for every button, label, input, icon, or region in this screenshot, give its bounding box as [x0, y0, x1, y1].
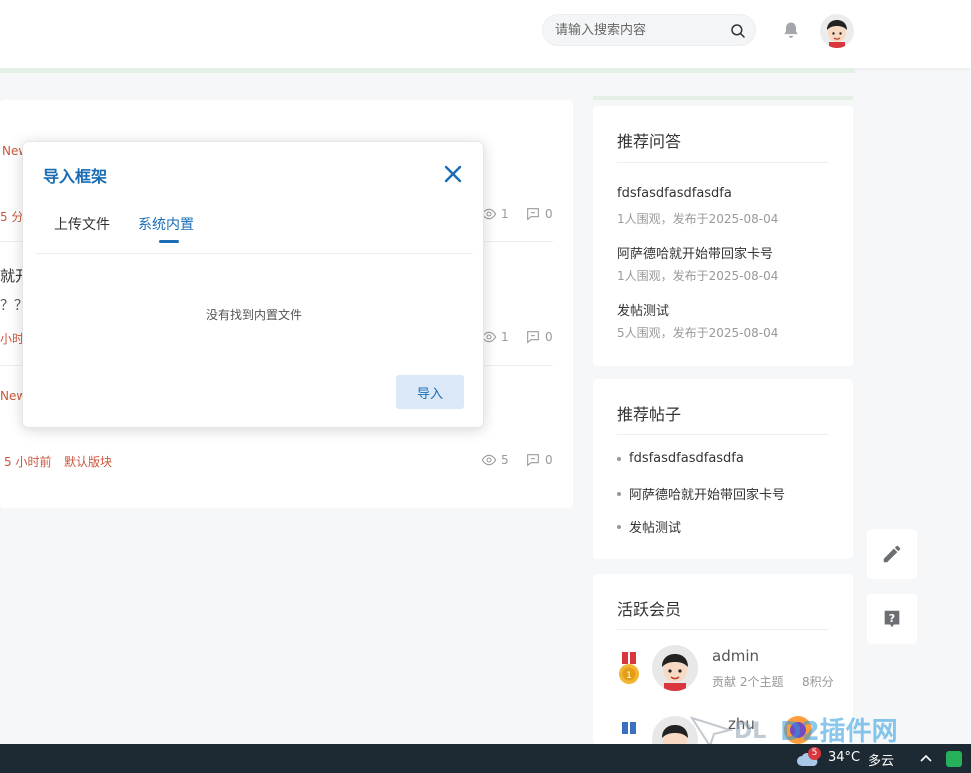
bullet-icon [617, 491, 621, 496]
search-input[interactable] [555, 20, 723, 40]
active-members-title: 活跃会员 [617, 600, 682, 619]
import-button[interactable]: 导入 [396, 375, 464, 409]
bullet-icon [617, 524, 621, 529]
header-accent-line [0, 68, 855, 73]
svg-text:?: ? [889, 612, 895, 625]
chevron-up-icon[interactable] [919, 752, 933, 764]
top-header [0, 0, 971, 68]
write-post-button[interactable] [867, 529, 917, 579]
member-points: 8积分 [802, 675, 834, 689]
qa-item-title[interactable]: fdsfasdfasdfasdfa [617, 186, 732, 201]
qa-item-meta: 1人围观，发布于2025-08-04 [617, 269, 779, 283]
recommended-qa-title: 推荐问答 [617, 132, 682, 151]
bullet-icon [617, 456, 621, 461]
post-time: 小时 [0, 332, 25, 346]
recommended-posts-title: 推荐帖子 [617, 405, 682, 424]
avatar-face-icon [662, 654, 688, 691]
card-divider [617, 629, 829, 630]
view-count: 1 [481, 329, 509, 345]
dialog-divider [35, 253, 473, 254]
recommended-post-item[interactable]: fdsfasdfasdfasdfa [617, 451, 744, 466]
qa-item-meta: 5人围观，发布于2025-08-04 [617, 326, 779, 340]
user-avatar[interactable] [820, 14, 854, 48]
comment-icon [527, 208, 539, 221]
comment-count: 0 [525, 452, 553, 468]
qa-item-title[interactable]: 阿萨德哈就开始带回家卡号 [617, 243, 773, 262]
windows-taskbar: 5 34°C 多云 [0, 744, 971, 773]
comment-icon [527, 454, 539, 467]
avatar-face-icon [827, 20, 847, 48]
pencil-icon [883, 545, 901, 563]
tab-upload-file[interactable]: 上传文件 [54, 214, 110, 234]
wechat-tray-icon[interactable] [946, 751, 962, 767]
view-count: 5 [481, 452, 509, 468]
empty-state-text: 没有找到内置文件 [205, 308, 302, 322]
member-name[interactable]: zhu [728, 715, 755, 733]
card-divider [617, 434, 829, 435]
comment-count: 0 [525, 206, 553, 222]
recommended-posts-card: 推荐帖子 fdsfasdfasdfasdfa 阿萨德哈就开始带回家卡号 发帖测试 [593, 379, 853, 559]
recommended-qa-card: 推荐问答 fdsfasdfasdfasdfa 1人围观，发布于2025-08-0… [593, 106, 853, 366]
qa-item-title[interactable]: 发帖测试 [617, 300, 669, 319]
svg-text:1: 1 [626, 671, 632, 681]
gold-medal-icon: 1 [619, 652, 639, 684]
member-contrib: 贡献 2个主题 [712, 675, 784, 689]
recommended-post-item[interactable]: 发帖测试 [617, 517, 681, 536]
comment-icon [527, 331, 539, 344]
weather-temperature[interactable]: 34°C [828, 750, 860, 765]
qa-item-meta: 1人围观，发布于2025-08-04 [617, 212, 779, 226]
search-box[interactable] [542, 14, 756, 46]
bell-icon[interactable] [781, 20, 801, 40]
dialog-title: 导入框架 [43, 167, 108, 186]
member-name[interactable]: admin [712, 647, 759, 665]
eye-icon [481, 454, 497, 466]
post-forum-link[interactable]: 默认版块 [64, 453, 112, 470]
card-divider [617, 162, 829, 163]
comment-count: 0 [525, 329, 553, 345]
weather-condition[interactable]: 多云 [868, 750, 894, 769]
import-framework-dialog: 导入框架 上传文件 系统内置 没有找到内置文件 导入 [22, 141, 484, 428]
tab-system-builtin[interactable]: 系统内置 [138, 214, 194, 234]
active-members-card: 活跃会员 1 admin 贡献 2个主题 8积分 zhu [593, 574, 853, 762]
question-icon: ? [884, 610, 900, 628]
ask-question-button[interactable]: ? [867, 594, 917, 644]
notification-badge: 5 [808, 747, 821, 760]
close-icon[interactable] [443, 164, 463, 184]
view-count: 1 [481, 206, 509, 222]
search-icon[interactable] [729, 22, 747, 40]
recommended-post-item[interactable]: 阿萨德哈就开始带回家卡号 [617, 484, 785, 503]
side-accent-line [593, 96, 853, 100]
post-time: 5 小时前 [4, 455, 52, 469]
member-avatar[interactable] [652, 645, 698, 691]
active-tab-indicator [159, 240, 179, 243]
